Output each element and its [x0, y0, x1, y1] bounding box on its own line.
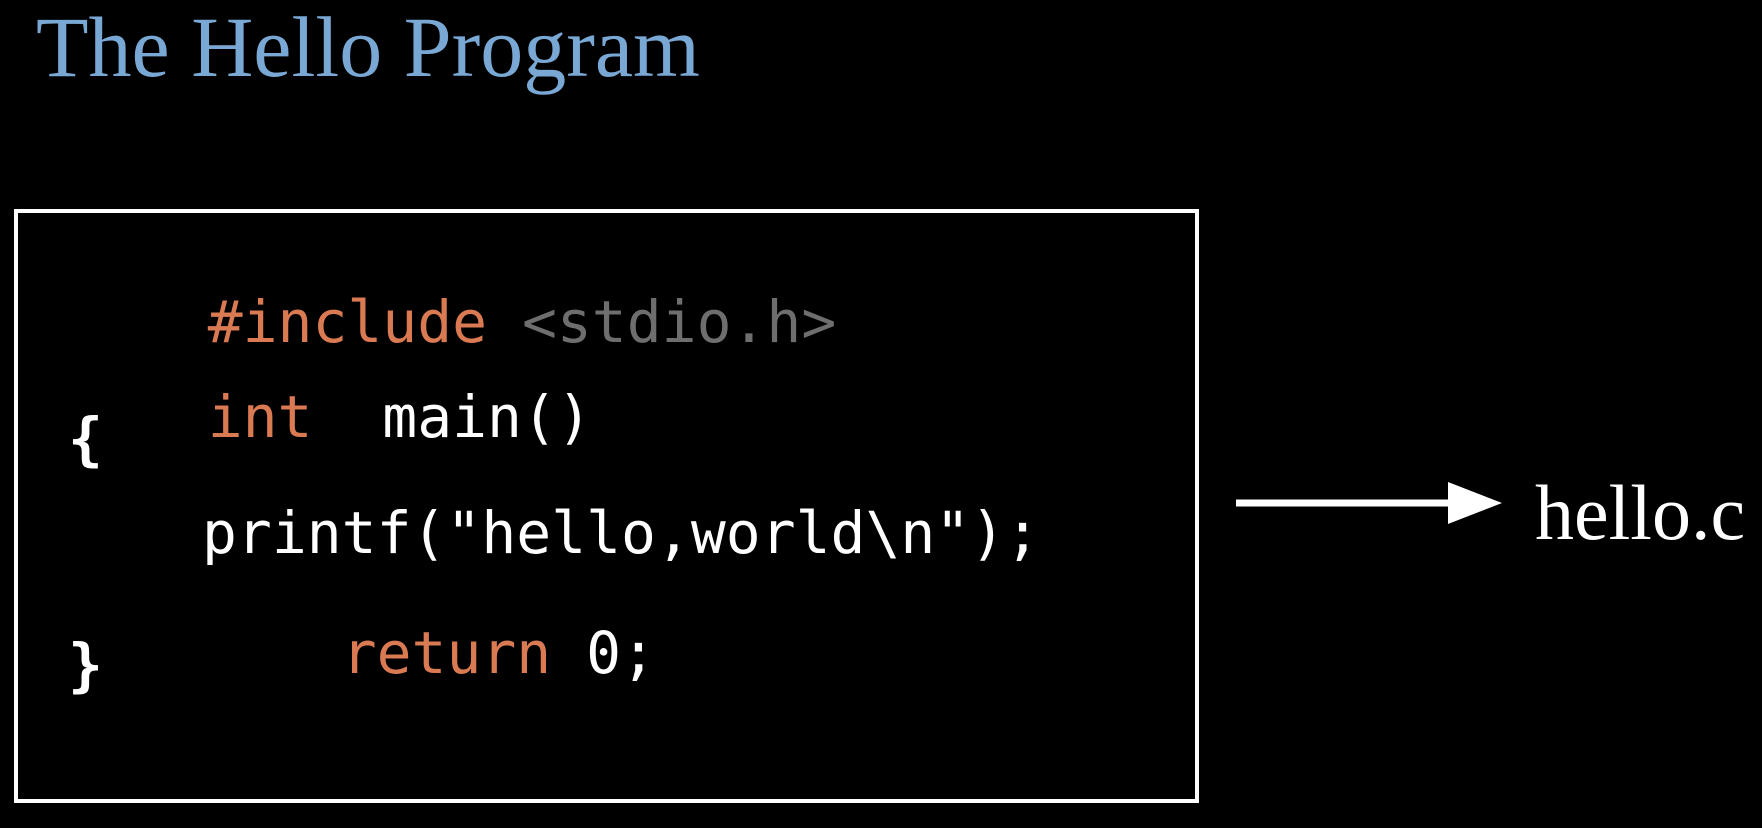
output-file-label: hello.c — [1535, 469, 1746, 556]
code-line-main: int main() — [68, 330, 592, 504]
slide-title: The Hello Program — [36, 0, 700, 95]
code-box: #include <stdio.h> int main() { printf("… — [14, 209, 1199, 803]
open-brace: { — [68, 405, 103, 473]
printf-statement: printf("hello,world\n"); — [202, 499, 1041, 567]
main-signature: main() — [382, 383, 592, 451]
return-keyword: return — [341, 619, 552, 687]
return-value: 0; — [586, 619, 656, 687]
close-brace: } — [68, 631, 103, 699]
right-arrow-icon — [1236, 482, 1502, 524]
code-line-return: return 0; — [202, 566, 656, 740]
int-keyword: int — [207, 383, 313, 451]
